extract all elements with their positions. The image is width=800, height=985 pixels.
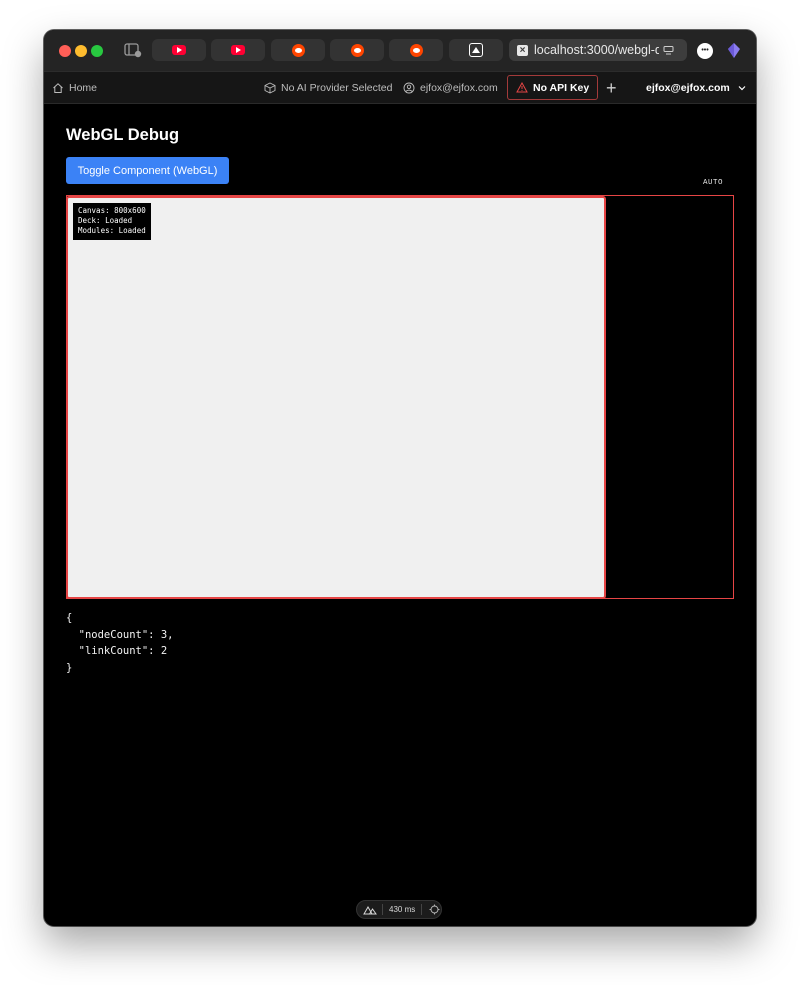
render-timing: 430 ms [389, 905, 416, 914]
divider [421, 904, 423, 915]
vercel-icon [469, 43, 483, 57]
devtools-pill[interactable]: 430 ms [356, 900, 442, 919]
debug-overlay: Canvas: 800x600 Deck: Loaded Modules: Lo… [73, 203, 151, 240]
youtube-icon [231, 45, 245, 55]
account-link[interactable]: ejfox@ejfox.com [403, 72, 498, 104]
browser-titlebar: × localhost:3000/webgl-debug ••• [44, 30, 756, 71]
add-button[interactable]: + [606, 72, 617, 104]
tab-menu-icon[interactable] [663, 45, 674, 56]
plus-icon: + [606, 77, 617, 98]
active-tab-url-bar[interactable]: × localhost:3000/webgl-debug [509, 39, 687, 61]
chevron-down-icon [738, 86, 746, 91]
browser-window: × localhost:3000/webgl-debug ••• Home No… [44, 30, 756, 926]
auto-label: AUTO [703, 179, 724, 187]
maximize-window-button[interactable] [91, 45, 103, 57]
browser-tab[interactable] [211, 39, 265, 61]
ai-provider-label: No AI Provider Selected [281, 82, 393, 94]
page-title: WebGL Debug [66, 126, 180, 144]
nuxt-icon[interactable] [363, 905, 377, 915]
cube-icon [264, 82, 276, 94]
browser-tab[interactable] [449, 39, 503, 61]
browser-tab[interactable] [152, 39, 206, 61]
inspect-target-icon[interactable] [429, 904, 440, 915]
reddit-icon [350, 43, 364, 57]
close-window-button[interactable] [59, 45, 71, 57]
youtube-icon [172, 45, 186, 55]
api-key-warning-button[interactable]: No API Key [507, 75, 599, 100]
divider [382, 904, 383, 915]
ai-provider-selector[interactable]: No AI Provider Selected [264, 72, 392, 104]
user-menu-dropdown[interactable]: ejfox@ejfox.com [646, 72, 747, 104]
toggle-component-button[interactable]: Toggle Component (WebGL) [66, 157, 229, 184]
minimize-window-button[interactable] [75, 45, 87, 57]
webgl-canvas[interactable]: Canvas: 800x600 Deck: Loaded Modules: Lo… [66, 196, 606, 599]
extension-icon[interactable]: ••• [697, 43, 713, 59]
warning-icon [516, 82, 528, 93]
user-circle-icon [403, 82, 415, 94]
app-navbar: Home No AI Provider Selected ejfox@ejfox… [44, 71, 756, 104]
url-text[interactable]: localhost:3000/webgl-debug [534, 43, 659, 57]
browser-tab[interactable] [271, 39, 325, 61]
json-output: { "nodeCount": 3, "linkCount": 2 } [66, 612, 174, 674]
nav-home-link[interactable]: Home [52, 72, 97, 104]
reddit-icon [409, 43, 423, 57]
user-menu-label: ejfox@ejfox.com [646, 82, 730, 94]
debug-canvas-size: Canvas: 800x600 [78, 206, 146, 215]
reddit-icon [291, 43, 305, 57]
close-tab-icon[interactable]: × [517, 44, 528, 56]
sidebar-toggle-icon[interactable] [124, 42, 142, 58]
debug-modules-status: Modules: Loaded [78, 226, 146, 235]
api-key-label: No API Key [533, 81, 590, 94]
browser-tab[interactable] [389, 39, 443, 61]
account-label: ejfox@ejfox.com [420, 82, 498, 94]
extension-crystal-icon[interactable] [727, 42, 741, 59]
debug-deck-status: Deck: Loaded [78, 216, 133, 225]
browser-tab[interactable] [330, 39, 384, 61]
home-icon [53, 83, 63, 93]
nav-home-label: Home [69, 82, 98, 94]
